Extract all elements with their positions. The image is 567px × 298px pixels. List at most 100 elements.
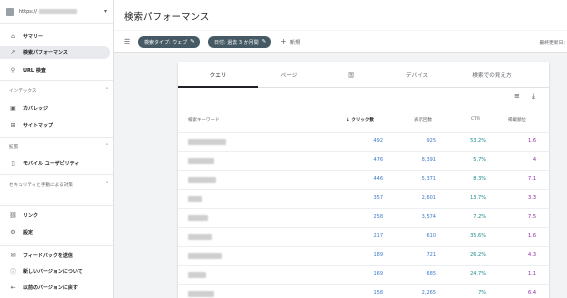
filter-icon[interactable]: ☰: [124, 38, 130, 46]
cell-ctr: 53.2%: [470, 138, 486, 144]
sidebar-item-label: リンク: [23, 213, 39, 219]
section-enhancements[interactable]: 拡張 ⌃: [9, 144, 109, 150]
table-row[interactable]: 476 8,391 5.7% 4: [178, 151, 549, 170]
dropdown-caret-icon: ▾: [103, 8, 107, 15]
sidebar-item-search[interactable]: ⚲ URL 検査: [0, 64, 113, 77]
sidebar-item-links[interactable]: ⛓ リンク: [0, 209, 113, 222]
cell-position: 1.6: [528, 233, 536, 239]
cell-position: 7.5: [528, 214, 536, 220]
redacted-keyword: [188, 234, 212, 240]
cell-clicks: 158: [373, 290, 383, 296]
cell-impressions: 5,371: [421, 176, 436, 182]
tab-bar: クエリ ページ 国 デバイス 検索での見え方: [178, 62, 549, 88]
table-row[interactable]: 169 685 24.7% 1.1: [178, 265, 549, 284]
download-icon[interactable]: ⤓: [532, 92, 535, 101]
cell-impressions: 610: [426, 233, 436, 239]
cell-clicks: 492: [373, 138, 383, 144]
sidebar-item-label: サマリー: [23, 34, 44, 40]
cell-impressions: 3,574: [421, 214, 436, 220]
property-selector[interactable]: https:// ▾: [0, 0, 113, 24]
redacted-keyword: [188, 291, 214, 297]
sidebar-item-label: カバレッジ: [23, 106, 49, 112]
table-row[interactable]: 158 2,265 7% 6.4: [178, 284, 549, 298]
sidebar-item-label: URL 検査: [23, 68, 46, 74]
section-security[interactable]: セキュリティと手動による対策 ⌃: [9, 182, 109, 188]
feedback-icon: ✉: [10, 252, 16, 259]
cell-impressions: 685: [426, 271, 436, 277]
sidebar-item-label: 以前のバージョンに戻す: [23, 285, 78, 291]
tab-search-appearance[interactable]: 検索での見え方: [452, 62, 532, 88]
cell-clicks: 217: [373, 233, 383, 239]
redacted-keyword: [188, 196, 202, 202]
table-row[interactable]: 189 721 26.2% 4.3: [178, 246, 549, 265]
add-filter-button[interactable]: + 新規: [280, 38, 300, 47]
cell-ctr: 7%: [478, 290, 486, 296]
cell-position: 4.3: [528, 252, 536, 258]
col-header-clicks[interactable]: ↓ クリック数: [346, 117, 374, 123]
table-row[interactable]: 357 2,601 13.7% 3.3: [178, 189, 549, 208]
sidebar-item-settings[interactable]: ⚙ 設定: [0, 226, 113, 239]
cell-position: 1.6: [528, 138, 536, 144]
redacted-keyword: [188, 158, 214, 164]
sidebar-item-coverage[interactable]: ▣ カバレッジ: [0, 102, 113, 115]
tab-devices[interactable]: デバイス: [382, 62, 452, 88]
collapse-icon: ⌃: [105, 144, 109, 149]
home-icon: ⌂: [11, 33, 15, 40]
sidebar-item-mobile[interactable]: ▯ モバイル ユーザビリティ: [0, 157, 113, 170]
coverage-icon: ▣: [10, 105, 16, 112]
table-row[interactable]: 258 3,574 7.2% 7.5: [178, 208, 549, 227]
filter-rows-icon[interactable]: ≡: [514, 92, 520, 101]
cell-position: 7.1: [528, 176, 536, 182]
cell-impressions: 2,601: [421, 195, 436, 201]
sidebar-item-sitemap[interactable]: ⊞ サイトマップ: [0, 119, 113, 132]
cell-position: 4: [532, 157, 536, 163]
cell-position: 6.4: [528, 290, 536, 296]
sidebar-item-label: 設定: [23, 230, 34, 236]
redacted-keyword: [188, 177, 216, 183]
redacted-keyword: [188, 139, 226, 145]
cell-clicks: 169: [373, 271, 383, 277]
section-index[interactable]: インデックス ⌃: [9, 88, 109, 94]
links-icon: ⛓: [9, 212, 17, 219]
property-url: https://: [19, 8, 37, 15]
redacted-keyword: [188, 272, 206, 278]
active-tab-indicator: [178, 86, 258, 88]
sidebar-item-info[interactable]: ⓘ 新しいバージョンについて: [0, 265, 113, 278]
tab-queries[interactable]: クエリ: [178, 62, 258, 88]
cell-impressions: 721: [426, 252, 436, 258]
divider: [0, 137, 113, 138]
chip-search-type[interactable]: 検索タイプ: ウェブ ✎: [138, 36, 200, 48]
table-row[interactable]: 446 5,371 8.3% 7.1: [178, 170, 549, 189]
sidebar-item-label: 新しいバージョンについて: [23, 269, 83, 275]
sidebar-item-label: モバイル ユーザビリティ: [23, 161, 80, 167]
cell-clicks: 357: [373, 195, 383, 201]
cell-impressions: 8,391: [421, 157, 436, 163]
chip-date[interactable]: 日付: 過去 3 か月間 ✎: [208, 36, 272, 48]
cell-ctr: 8.3%: [473, 176, 486, 182]
cell-ctr: 26.2%: [470, 252, 486, 258]
mobile-icon: ▯: [11, 160, 15, 167]
table-row[interactable]: 217 610 35.6% 1.6: [178, 227, 549, 246]
sidebar-item-exit[interactable]: ⇤ 以前のバージョンに戻す: [0, 281, 113, 294]
results-card: クエリ ページ 国 デバイス 検索での見え方 ≡ ⤓ 検索キーワード ↓ クリッ…: [178, 62, 549, 298]
cell-ctr: 7.2%: [473, 214, 486, 220]
tab-pages[interactable]: ページ: [258, 62, 320, 88]
col-header-ctr[interactable]: CTR: [471, 117, 480, 122]
table-row[interactable]: 492 925 53.2% 1.6: [178, 132, 549, 151]
cell-position: 3.3: [528, 195, 536, 201]
trend-icon: ↗: [10, 49, 16, 56]
sidebar-item-feedback[interactable]: ✉ フィードバックを送信: [0, 249, 113, 262]
tab-countries[interactable]: 国: [320, 62, 382, 88]
sidebar-item-label: 検索パフォーマンス: [23, 50, 68, 56]
divider: [0, 245, 113, 246]
sidebar: https:// ▾ ⌂ サマリー ↗ 検索パフォーマンス ⚲ URL 検査インデックス ⌃…: [0, 0, 114, 298]
sidebar-item-label: フィードバックを送信: [23, 253, 73, 259]
col-header-position[interactable]: 掲載順位: [508, 117, 526, 123]
collapse-icon: ⌃: [105, 182, 109, 187]
sidebar-item-home[interactable]: ⌂ サマリー: [0, 30, 113, 43]
cell-clicks: 446: [373, 176, 383, 182]
col-header-impressions[interactable]: 表示回数: [414, 117, 432, 123]
col-header-keyword[interactable]: 検索キーワード: [188, 117, 220, 123]
edit-icon: ✎: [261, 39, 267, 45]
sidebar-item-trend[interactable]: ↗ 検索パフォーマンス: [0, 46, 110, 59]
